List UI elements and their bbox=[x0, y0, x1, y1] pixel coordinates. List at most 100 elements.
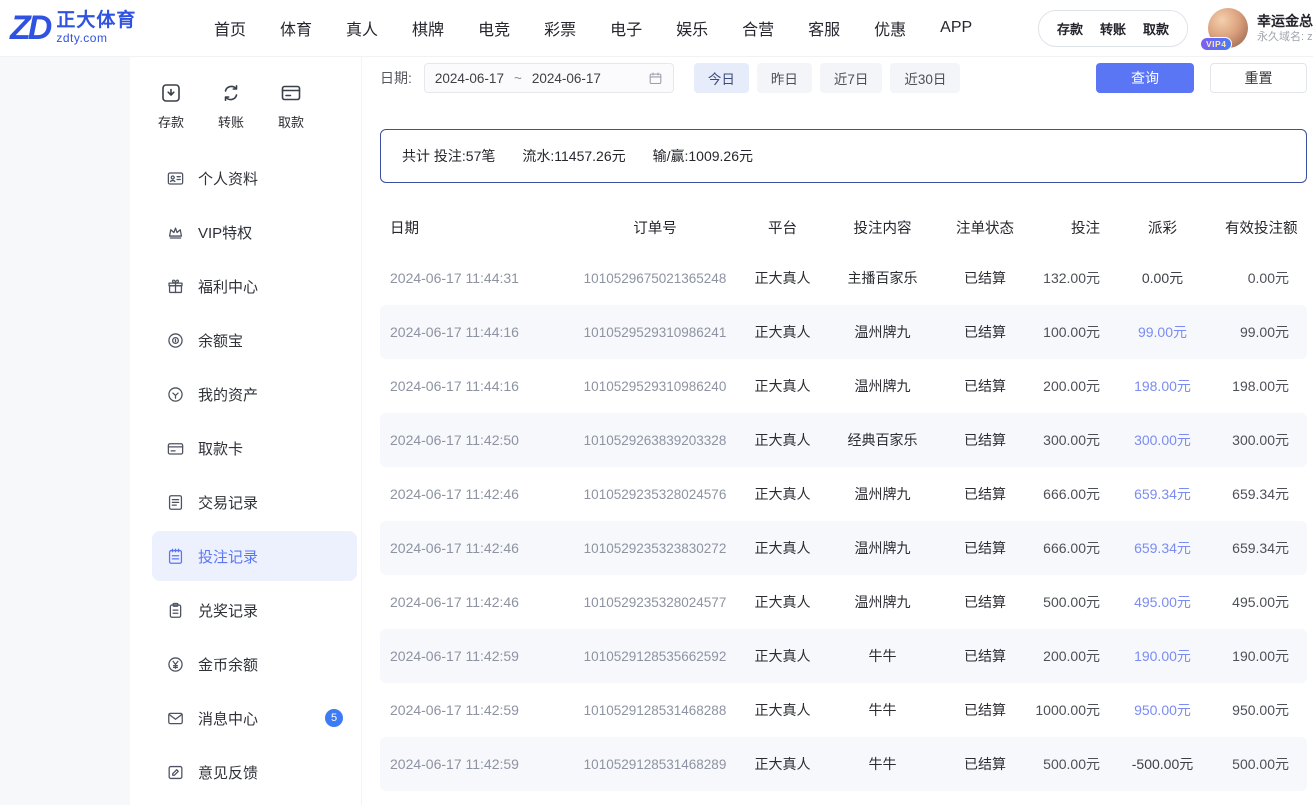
header-right: 存款转账取款 VIP4 幸运金总 永久域名: z bbox=[1038, 8, 1313, 48]
cell-status: 已结算 bbox=[940, 592, 1030, 612]
cell-order: 1010529128535662592 bbox=[570, 649, 740, 664]
sidebar-quick-actions: 存款转账 取款 bbox=[152, 73, 361, 151]
sidebar-item-feedback[interactable]: 意见反馈 bbox=[152, 747, 357, 797]
sidebar-item-redeem-records[interactable]: 兑奖记录 bbox=[152, 585, 357, 635]
cell-content: 温州牌九 bbox=[825, 538, 940, 558]
wallet-link-deposit[interactable]: 存款 bbox=[1057, 19, 1083, 38]
range-button-last7[interactable]: 近7日 bbox=[820, 63, 883, 93]
nav-item-live[interactable]: 真人 bbox=[346, 16, 378, 40]
quick-action-label: 转账 bbox=[218, 112, 244, 131]
nav-item-service[interactable]: 客服 bbox=[808, 16, 840, 40]
date-range-input[interactable]: 2024-06-17 ~ 2024-06-17 bbox=[424, 63, 674, 93]
nav-item-home[interactable]: 首页 bbox=[214, 16, 246, 40]
cell-status: 已结算 bbox=[940, 484, 1030, 504]
deposit-icon bbox=[159, 81, 183, 105]
feedback-icon bbox=[166, 763, 185, 782]
cell-bet: 666.00元 bbox=[1030, 538, 1100, 558]
nav-item-app[interactable]: APP bbox=[940, 19, 972, 37]
column-header: 投注 bbox=[1030, 217, 1100, 238]
wallet-link-transfer[interactable]: 转账 bbox=[1100, 19, 1126, 38]
sidebar-item-welfare[interactable]: 福利中心 bbox=[152, 261, 357, 311]
cell-platform: 正大真人 bbox=[740, 754, 825, 774]
sidebar-item-label: 兑奖记录 bbox=[198, 600, 258, 621]
unread-count-badge: 5 bbox=[325, 709, 343, 727]
cell-valid: 495.00元 bbox=[1225, 592, 1307, 612]
table-row: 2024-06-17 11:42:461010529235323830272正大… bbox=[380, 521, 1307, 575]
range-button-last30[interactable]: 近30日 bbox=[890, 63, 960, 93]
cell-payout: 659.34元 bbox=[1100, 538, 1225, 558]
cell-valid: 950.00元 bbox=[1225, 700, 1307, 720]
sidebar-item-message-center[interactable]: 消息中心5 bbox=[152, 693, 357, 743]
sidebar-item-label: 福利中心 bbox=[198, 276, 258, 297]
quick-action-withdraw[interactable]: 取款 bbox=[278, 81, 304, 131]
cell-order: 1010529128531468288 bbox=[570, 703, 740, 718]
brand-logo[interactable]: ZD 正大体育 zdty.com bbox=[10, 10, 162, 46]
table-row: 2024-06-17 11:44:161010529529310986241正大… bbox=[380, 305, 1307, 359]
transfer-icon bbox=[219, 81, 243, 105]
quick-action-deposit[interactable]: 存款 bbox=[158, 81, 184, 131]
bet-records-table: 日期订单号平台投注内容注单状态投注派彩有效投注额 2024-06-17 11:4… bbox=[380, 203, 1307, 791]
table-row: 2024-06-17 11:42:501010529263839203328正大… bbox=[380, 413, 1307, 467]
cell-status: 已结算 bbox=[940, 538, 1030, 558]
cell-content: 温州牌九 bbox=[825, 592, 940, 612]
bet-records-icon bbox=[166, 547, 185, 566]
nav-item-lottery[interactable]: 彩票 bbox=[544, 16, 576, 40]
wallet-link-withdraw[interactable]: 取款 bbox=[1143, 19, 1169, 38]
nav-item-promo[interactable]: 优惠 bbox=[874, 16, 906, 40]
sidebar-item-label: 余额宝 bbox=[198, 330, 243, 351]
range-button-today[interactable]: 今日 bbox=[694, 63, 749, 93]
top-navbar: ZD 正大体育 zdty.com 首页 体育 真人 棋牌 电竞 彩票 电子 娱乐 合营 客服 优惠 A… bbox=[0, 0, 1313, 57]
cell-order: 1010529529310986240 bbox=[570, 379, 740, 394]
cell-bet: 200.00元 bbox=[1030, 646, 1100, 666]
column-header: 订单号 bbox=[570, 217, 740, 238]
reset-button[interactable]: 重置 bbox=[1210, 63, 1307, 93]
nav-item-slots[interactable]: 电子 bbox=[610, 16, 642, 40]
nav-item-entertainment[interactable]: 娱乐 bbox=[676, 16, 708, 40]
cell-payout: 300.00元 bbox=[1100, 430, 1225, 450]
query-button[interactable]: 查询 bbox=[1096, 63, 1194, 93]
cell-content: 温州牌九 bbox=[825, 322, 940, 342]
cell-platform: 正大真人 bbox=[740, 376, 825, 396]
cell-valid: 659.34元 bbox=[1225, 538, 1307, 558]
user-name: 幸运金总 bbox=[1257, 12, 1313, 30]
sidebar-item-assets[interactable]: 我的资产 bbox=[152, 369, 357, 419]
cell-order: 1010529529310986241 bbox=[570, 325, 740, 340]
coin-balance-icon bbox=[166, 655, 185, 674]
cell-platform: 正大真人 bbox=[740, 484, 825, 504]
cell-content: 主播百家乐 bbox=[825, 268, 940, 288]
brand-name: 正大体育 bbox=[56, 10, 136, 32]
range-button-yesterday[interactable]: 昨日 bbox=[757, 63, 812, 93]
domain-note: 永久域名: z bbox=[1257, 30, 1313, 44]
sidebar-item-vip[interactable]: VIP特权 bbox=[152, 207, 357, 257]
avatar-wrap: VIP4 bbox=[1208, 8, 1248, 48]
welfare-icon bbox=[166, 277, 185, 296]
cell-content: 经典百家乐 bbox=[825, 430, 940, 450]
cell-valid: 190.00元 bbox=[1225, 646, 1307, 666]
cell-date: 2024-06-17 11:42:59 bbox=[380, 702, 570, 718]
cell-bet: 132.00元 bbox=[1030, 268, 1100, 288]
sidebar-item-withdraw-card[interactable]: 取款卡 bbox=[152, 423, 357, 473]
quick-action-transfer[interactable]: 转账 bbox=[218, 81, 244, 131]
table-row: 2024-06-17 11:42:461010529235328024577正大… bbox=[380, 575, 1307, 629]
profile-icon bbox=[166, 169, 185, 188]
summary-part: 流水:11457.26元 bbox=[522, 146, 625, 166]
cell-content: 温州牌九 bbox=[825, 484, 940, 504]
cell-payout: 950.00元 bbox=[1100, 700, 1225, 720]
transactions-icon bbox=[166, 493, 185, 512]
cell-status: 已结算 bbox=[940, 754, 1030, 774]
sidebar-item-yuebao[interactable]: 余额宝 bbox=[152, 315, 357, 365]
sidebar-item-coin-balance[interactable]: 金币余额 bbox=[152, 639, 357, 689]
cell-platform: 正大真人 bbox=[740, 700, 825, 720]
table-row: 2024-06-17 11:44:161010529529310986240正大… bbox=[380, 359, 1307, 413]
nav-item-partner[interactable]: 合营 bbox=[742, 16, 774, 40]
nav-item-chess[interactable]: 棋牌 bbox=[412, 16, 444, 40]
vip-badge: VIP4 bbox=[1200, 37, 1232, 51]
sidebar-item-bet-records[interactable]: 投注记录 bbox=[152, 531, 357, 581]
cell-order: 1010529235323830272 bbox=[570, 541, 740, 556]
sidebar-item-profile[interactable]: 个人资料 bbox=[152, 153, 357, 203]
brand-domain: zdty.com bbox=[56, 32, 136, 46]
message-center-icon bbox=[166, 709, 185, 728]
nav-item-sports[interactable]: 体育 bbox=[280, 16, 312, 40]
nav-item-esports[interactable]: 电竞 bbox=[478, 16, 510, 40]
sidebar-item-transactions[interactable]: 交易记录 bbox=[152, 477, 357, 527]
